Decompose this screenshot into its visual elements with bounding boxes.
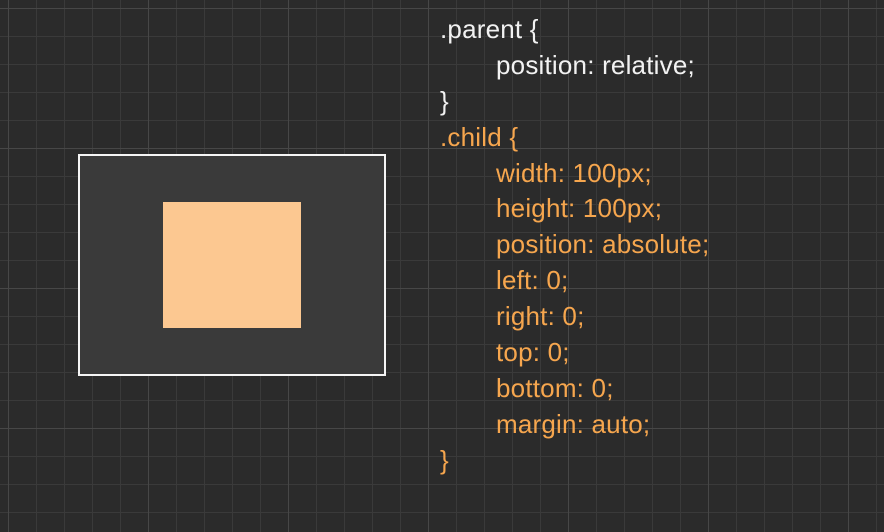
code-child-selector: .child {: [440, 120, 709, 156]
demo-area: [78, 154, 386, 376]
code-child-rule-1: width: 100px;: [440, 156, 709, 192]
code-child-rule-2: height: 100px;: [440, 191, 709, 227]
content-container: .parent { position: relative; } .child {…: [0, 0, 884, 532]
code-child-rule-4: left: 0;: [440, 263, 709, 299]
code-child-rule-6: top: 0;: [440, 335, 709, 371]
code-child-rule-7: bottom: 0;: [440, 371, 709, 407]
code-snippet: .parent { position: relative; } .child {…: [440, 12, 709, 478]
child-box: [163, 202, 301, 328]
parent-box: [78, 154, 386, 376]
code-parent-close: }: [440, 84, 709, 120]
code-child-close: }: [440, 443, 709, 479]
code-child-rule-3: position: absolute;: [440, 227, 709, 263]
code-child-rule-5: right: 0;: [440, 299, 709, 335]
code-parent-rule-1: position: relative;: [440, 48, 709, 84]
code-parent-selector: .parent {: [440, 12, 709, 48]
code-child-rule-8: margin: auto;: [440, 407, 709, 443]
